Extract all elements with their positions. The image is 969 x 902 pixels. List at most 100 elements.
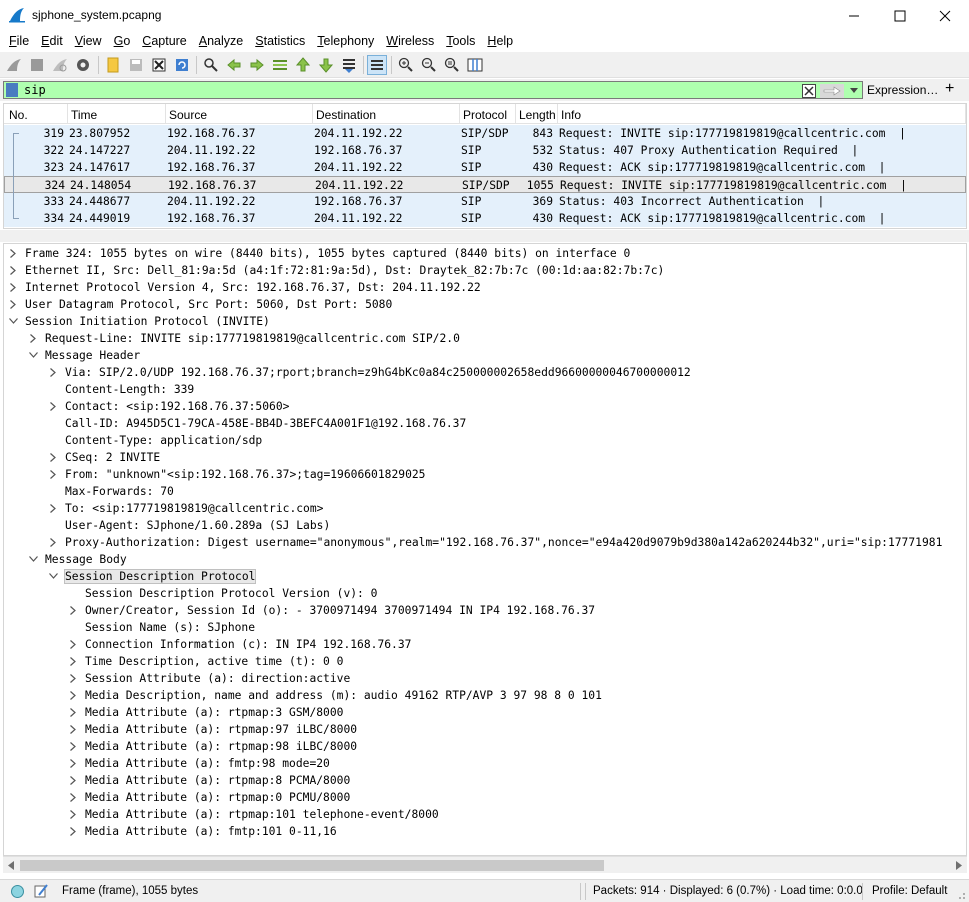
- tree-item[interactable]: Frame 324: 1055 bytes on wire (8440 bits…: [4, 245, 966, 262]
- open-file-button[interactable]: [103, 55, 123, 75]
- expert-info-icon[interactable]: [10, 884, 25, 899]
- packet-row[interactable]: 333 24.448677 204.11.192.22 192.168.76.37 SI…: [4, 193, 966, 210]
- tree-item[interactable]: Via: SIP/2.0/UDP 192.168.76.37;rport;bra…: [4, 364, 966, 381]
- chevron-right-icon[interactable]: [48, 365, 58, 379]
- tree-item[interactable]: Internet Protocol Version 4, Src: 192.16…: [4, 279, 966, 296]
- details-horizontal-scrollbar[interactable]: [3, 856, 967, 873]
- tree-item[interactable]: Session Attribute (a): direction:active: [4, 670, 966, 687]
- chevron-down-icon[interactable]: [8, 314, 18, 328]
- tree-item[interactable]: Message Header: [4, 347, 966, 364]
- tree-item[interactable]: Ethernet II, Src: Dell_81:9a:5d (a4:1f:7…: [4, 262, 966, 279]
- go-back-button[interactable]: [224, 55, 244, 75]
- chevron-right-icon[interactable]: [48, 450, 58, 464]
- chevron-right-icon[interactable]: [68, 824, 78, 838]
- chevron-right-icon[interactable]: [48, 501, 58, 515]
- menu-file[interactable]: File: [3, 31, 35, 51]
- chevron-right-icon[interactable]: [68, 705, 78, 719]
- chevron-down-icon[interactable]: [48, 569, 58, 583]
- zoom-reset-button[interactable]: [442, 55, 462, 75]
- scroll-left-icon[interactable]: [7, 861, 15, 870]
- add-filter-button[interactable]: +: [945, 80, 954, 98]
- chevron-down-icon[interactable]: [28, 348, 38, 362]
- capture-options-button[interactable]: [73, 55, 93, 75]
- tree-item[interactable]: Message Body: [4, 551, 966, 568]
- tree-item[interactable]: Content-Length: 339: [4, 381, 966, 398]
- restart-capture-button[interactable]: [50, 55, 70, 75]
- tree-item[interactable]: Media Attribute (a): fmtp:101 0-11,16: [4, 823, 966, 840]
- apply-filter-button[interactable]: [820, 84, 844, 98]
- go-to-packet-button[interactable]: [270, 55, 290, 75]
- tree-item[interactable]: To: <sip:177719819819@callcentric.com>: [4, 500, 966, 517]
- tree-item[interactable]: User-Agent: SJphone/1.60.289a (SJ Labs): [4, 517, 966, 534]
- menu-edit[interactable]: Edit: [35, 31, 69, 51]
- column-header-no[interactable]: No.: [6, 104, 68, 124]
- tree-item[interactable]: Media Attribute (a): rtpmap:101 telephon…: [4, 806, 966, 823]
- menu-help[interactable]: Help: [481, 31, 519, 51]
- tree-item[interactable]: User Datagram Protocol, Src Port: 5060, …: [4, 296, 966, 313]
- chevron-right-icon[interactable]: [68, 637, 78, 651]
- column-header-protocol[interactable]: Protocol: [460, 104, 516, 124]
- tree-item[interactable]: Session Description Protocol Version (v)…: [4, 585, 966, 602]
- chevron-right-icon[interactable]: [68, 790, 78, 804]
- maximize-button[interactable]: [877, 0, 923, 31]
- menu-statistics[interactable]: Statistics: [249, 31, 311, 51]
- tree-item[interactable]: Media Attribute (a): rtpmap:8 PCMA/8000: [4, 772, 966, 789]
- find-packet-button[interactable]: [201, 55, 221, 75]
- tree-item[interactable]: Owner/Creator, Session Id (o): - 3700971…: [4, 602, 966, 619]
- zoom-out-button[interactable]: [419, 55, 439, 75]
- tree-item[interactable]: Connection Information (c): IN IP4 192.1…: [4, 636, 966, 653]
- auto-scroll-button[interactable]: [339, 55, 359, 75]
- menu-go[interactable]: Go: [108, 31, 137, 51]
- chevron-right-icon[interactable]: [68, 722, 78, 736]
- tree-item[interactable]: Media Attribute (a): rtpmap:0 PCMU/8000: [4, 789, 966, 806]
- last-packet-button[interactable]: [316, 55, 336, 75]
- packet-row[interactable]: 323 24.147617 192.168.76.37 204.11.192.22 SI…: [4, 159, 966, 176]
- scroll-right-icon[interactable]: [955, 861, 963, 870]
- column-header-destination[interactable]: Destination: [313, 104, 460, 124]
- packet-row[interactable]: 334 24.449019 192.168.76.37 204.11.192.22 SI…: [4, 210, 966, 227]
- chevron-right-icon[interactable]: [68, 807, 78, 821]
- close-file-button[interactable]: [149, 55, 169, 75]
- tree-item[interactable]: Media Description, name and address (m):…: [4, 687, 966, 704]
- column-header-length[interactable]: Length: [516, 104, 558, 124]
- chevron-right-icon[interactable]: [68, 688, 78, 702]
- capture-comment-icon[interactable]: [33, 883, 49, 899]
- chevron-right-icon[interactable]: [8, 280, 18, 294]
- tree-item[interactable]: Proxy-Authorization: Digest username="an…: [4, 534, 966, 551]
- tree-item[interactable]: Media Attribute (a): rtpmap:98 iLBC/8000: [4, 738, 966, 755]
- menu-wireless[interactable]: Wireless: [380, 31, 440, 51]
- close-button[interactable]: [922, 0, 968, 31]
- chevron-right-icon[interactable]: [8, 297, 18, 311]
- chevron-right-icon[interactable]: [8, 246, 18, 260]
- pane-splitter[interactable]: [0, 230, 969, 242]
- tree-item[interactable]: Time Description, active time (t): 0 0: [4, 653, 966, 670]
- tree-item[interactable]: Media Attribute (a): rtpmap:3 GSM/8000: [4, 704, 966, 721]
- column-header-info[interactable]: Info: [558, 104, 966, 124]
- chevron-right-icon[interactable]: [8, 263, 18, 277]
- menu-capture[interactable]: Capture: [136, 31, 192, 51]
- clear-filter-button[interactable]: [802, 84, 816, 98]
- expression-button[interactable]: Expression…: [867, 83, 938, 97]
- tree-item[interactable]: From: "unknown"<sip:192.168.76.37>;tag=1…: [4, 466, 966, 483]
- chevron-right-icon[interactable]: [68, 671, 78, 685]
- tree-item[interactable]: Max-Forwards: 70: [4, 483, 966, 500]
- resize-columns-button[interactable]: [465, 55, 485, 75]
- recent-filters-dropdown[interactable]: [847, 84, 861, 98]
- packet-row[interactable]: 322 24.147227 204.11.192.22 192.168.76.37 SI…: [4, 142, 966, 159]
- chevron-right-icon[interactable]: [48, 399, 58, 413]
- save-file-button[interactable]: [126, 55, 146, 75]
- chevron-right-icon[interactable]: [68, 654, 78, 668]
- scrollbar-thumb[interactable]: [20, 860, 604, 871]
- tree-item[interactable]: Session Name (s): SJphone: [4, 619, 966, 636]
- chevron-right-icon[interactable]: [48, 467, 58, 481]
- minimize-button[interactable]: [831, 0, 877, 31]
- column-header-time[interactable]: Time: [68, 104, 166, 124]
- go-forward-button[interactable]: [247, 55, 267, 75]
- column-header-source[interactable]: Source: [166, 104, 313, 124]
- tree-item[interactable]: Session Initiation Protocol (INVITE): [4, 313, 966, 330]
- chevron-right-icon[interactable]: [68, 756, 78, 770]
- first-packet-button[interactable]: [293, 55, 313, 75]
- status-profile[interactable]: Profile: Default: [872, 885, 947, 897]
- reload-file-button[interactable]: [172, 55, 192, 75]
- bookmark-icon[interactable]: [6, 83, 18, 97]
